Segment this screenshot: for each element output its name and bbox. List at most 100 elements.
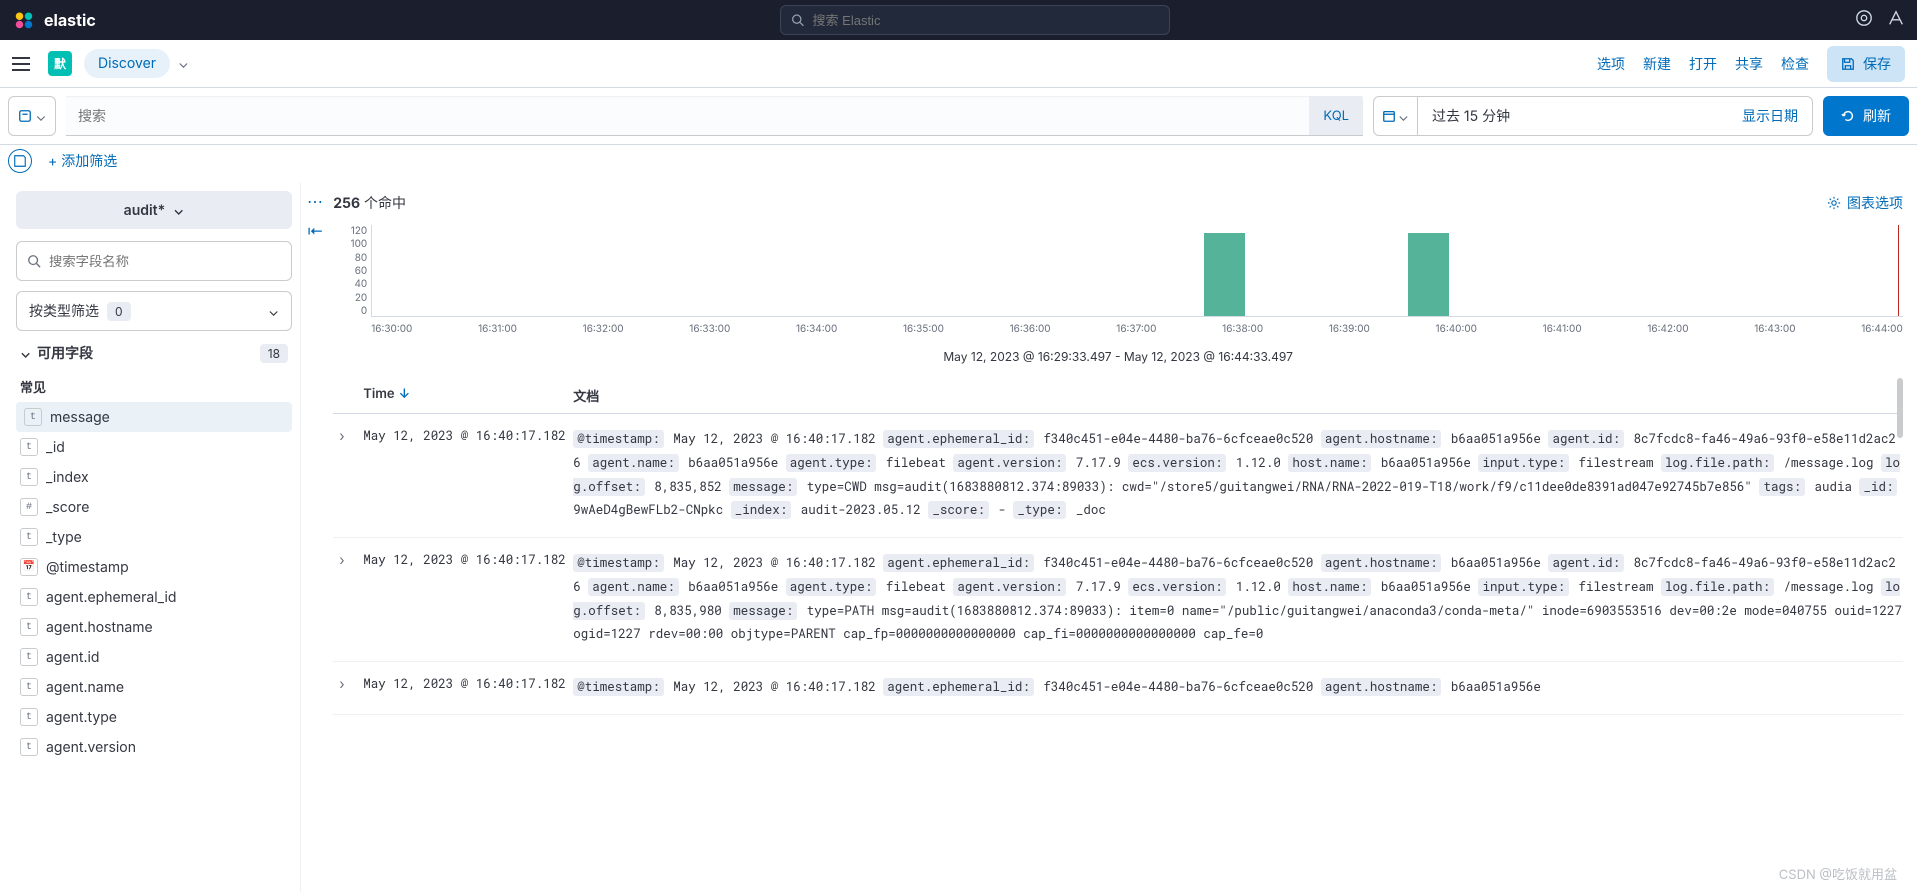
field-item[interactable]: #_score bbox=[16, 492, 292, 522]
field-type-icon: # bbox=[20, 498, 38, 516]
query-input-wrap: KQL bbox=[66, 96, 1363, 136]
field-item[interactable]: tagent.hostname bbox=[16, 612, 292, 642]
kql-toggle[interactable]: KQL bbox=[1309, 96, 1363, 135]
field-item[interactable]: tagent.name bbox=[16, 672, 292, 702]
type-filter[interactable]: 按类型筛选 0 ⌄ bbox=[16, 291, 292, 331]
field-type-icon: t bbox=[20, 528, 38, 546]
type-filter-count: 0 bbox=[107, 302, 131, 321]
field-item[interactable]: t_type bbox=[16, 522, 292, 552]
doc-field-name: agent.name: bbox=[588, 578, 679, 596]
field-item[interactable]: t _index bbox=[16, 462, 292, 492]
nav-toggle-button[interactable] bbox=[12, 52, 36, 76]
content: ⋯ ⇤ 256 个命中 图表选项 120100806040200 16:30:0… bbox=[300, 183, 1917, 892]
main: audit* ⌄ 按类型筛选 0 ⌄ ⌄ 可用字段 18 常见 tmessage… bbox=[0, 183, 1917, 892]
doc-field-name: ecs.version: bbox=[1128, 578, 1226, 596]
app-breadcrumb[interactable]: Discover bbox=[84, 49, 170, 78]
field-item[interactable]: tagent.type bbox=[16, 702, 292, 732]
chart-options-label: 图表选项 bbox=[1847, 193, 1903, 213]
chart-plot bbox=[371, 225, 1903, 317]
table-row: ›May 12, 2023 @ 16:40:17.182@timestamp: … bbox=[333, 538, 1903, 662]
date-picker: ⌄ 过去 15 分钟 显示日期 bbox=[1373, 96, 1813, 136]
save-button[interactable]: 保存 bbox=[1827, 46, 1905, 82]
global-search[interactable] bbox=[780, 5, 1170, 35]
field-type-icon: t bbox=[20, 468, 38, 486]
query-bar: ⌄ KQL ⌄ 过去 15 分钟 显示日期 刷新 bbox=[0, 88, 1917, 145]
chart-options-button[interactable]: 图表选项 bbox=[1827, 193, 1903, 213]
available-fields-header[interactable]: ⌄ 可用字段 18 bbox=[16, 331, 292, 371]
help-icon[interactable] bbox=[1887, 9, 1905, 31]
col-doc-header[interactable]: 文档 bbox=[573, 386, 599, 405]
options-link[interactable]: 选项 bbox=[1597, 54, 1625, 74]
field-item[interactable]: tagent.id bbox=[16, 642, 292, 672]
doc-field-name: agent.ephemeral_id: bbox=[883, 554, 1034, 572]
doc-field-name: agent.type: bbox=[786, 454, 877, 472]
query-input[interactable] bbox=[66, 96, 1309, 135]
field-type-icon: 📅 bbox=[20, 558, 38, 576]
sort-asc-icon: ↓ bbox=[399, 386, 410, 402]
refresh-label: 刷新 bbox=[1863, 106, 1891, 126]
open-link[interactable]: 打开 bbox=[1689, 54, 1717, 74]
doc-field-name: _score: bbox=[928, 501, 989, 519]
new-link[interactable]: 新建 bbox=[1643, 54, 1671, 74]
expand-row-icon[interactable]: › bbox=[339, 676, 344, 693]
date-quick-button[interactable]: ⌄ bbox=[1374, 97, 1418, 135]
field-search-input[interactable] bbox=[49, 254, 281, 269]
date-value[interactable]: 过去 15 分钟 bbox=[1418, 97, 1728, 135]
field-item[interactable]: tagent.ephemeral_id bbox=[16, 582, 292, 612]
scrollbar[interactable] bbox=[1897, 378, 1903, 877]
field-name: agent.version bbox=[46, 739, 136, 756]
field-name: message bbox=[50, 409, 110, 426]
field-name: agent.type bbox=[46, 709, 117, 726]
histogram-chart[interactable]: 120100806040200 16:30:0016:31:0016:32:00… bbox=[333, 225, 1903, 345]
newsfeed-icon[interactable] bbox=[1855, 9, 1873, 31]
field-item[interactable]: 📅@timestamp bbox=[16, 552, 292, 582]
field-type-icon: t bbox=[20, 738, 38, 756]
collapse-sidebar-icon[interactable]: ⇤ bbox=[307, 221, 323, 241]
gear-icon bbox=[1827, 196, 1841, 210]
toggle-wrap-icon[interactable]: ⋯ bbox=[307, 191, 323, 211]
dataview-menu-button[interactable]: ⌄ bbox=[8, 96, 56, 136]
expand-row-icon[interactable]: › bbox=[339, 428, 344, 445]
field-item[interactable]: t_id bbox=[16, 432, 292, 462]
chart-bar[interactable] bbox=[1204, 233, 1245, 316]
field-item[interactable]: t agent.version bbox=[16, 732, 292, 762]
field-name: _index bbox=[46, 469, 89, 486]
available-fields-count: 18 bbox=[260, 344, 288, 363]
index-pattern-picker[interactable]: audit* ⌄ bbox=[16, 191, 292, 229]
global-search-input[interactable] bbox=[813, 13, 1160, 28]
doc-field-name: input.type: bbox=[1478, 578, 1569, 596]
sidebar-toggles: ⋯ ⇤ bbox=[301, 183, 329, 892]
show-dates-button[interactable]: 显示日期 bbox=[1728, 97, 1812, 135]
field-type-icon: t bbox=[20, 618, 38, 636]
index-pattern-label: audit* bbox=[124, 202, 166, 219]
doc-field-name: host.name: bbox=[1288, 578, 1371, 596]
chart-bar[interactable] bbox=[1408, 233, 1449, 316]
field-search[interactable] bbox=[16, 241, 292, 281]
add-filter-button[interactable]: + 添加筛选 bbox=[48, 151, 117, 171]
filter-icon bbox=[18, 109, 32, 123]
table-header: Time↓ 文档 bbox=[333, 378, 1903, 414]
hits-row: 256 个命中 图表选项 bbox=[333, 193, 1903, 213]
table-row: ›May 12, 2023 @ 16:40:17.182@timestamp: … bbox=[333, 414, 1903, 538]
save-label: 保存 bbox=[1863, 54, 1891, 74]
field-name: agent.id bbox=[46, 649, 99, 666]
doc-field-name: agent.id: bbox=[1548, 554, 1624, 572]
doc-field-name: agent.hostname: bbox=[1321, 430, 1442, 448]
field-item[interactable]: tmessage bbox=[16, 402, 292, 432]
doc-field-name: agent.ephemeral_id: bbox=[883, 678, 1034, 696]
saved-query-button[interactable] bbox=[8, 149, 32, 173]
field-type-icon: t bbox=[20, 438, 38, 456]
expand-row-icon[interactable]: › bbox=[339, 552, 344, 569]
refresh-button[interactable]: 刷新 bbox=[1823, 96, 1909, 136]
inspect-link[interactable]: 检查 bbox=[1781, 54, 1809, 74]
brand-logo[interactable]: elastic bbox=[12, 8, 96, 32]
doc-cell: @timestamp: May 12, 2023 @ 16:40:17.182 … bbox=[573, 428, 1903, 523]
share-link[interactable]: 共享 bbox=[1735, 54, 1763, 74]
field-name: agent.ephemeral_id bbox=[46, 589, 176, 606]
space-badge[interactable]: 默 bbox=[48, 51, 72, 76]
doc-field-name: agent.version: bbox=[953, 578, 1066, 596]
chevron-down-icon[interactable]: ⌄ bbox=[178, 55, 189, 72]
chevron-down-icon: ⌄ bbox=[173, 202, 184, 219]
doc-field-name: agent.type: bbox=[786, 578, 877, 596]
col-time-header[interactable]: Time↓ bbox=[363, 386, 573, 405]
